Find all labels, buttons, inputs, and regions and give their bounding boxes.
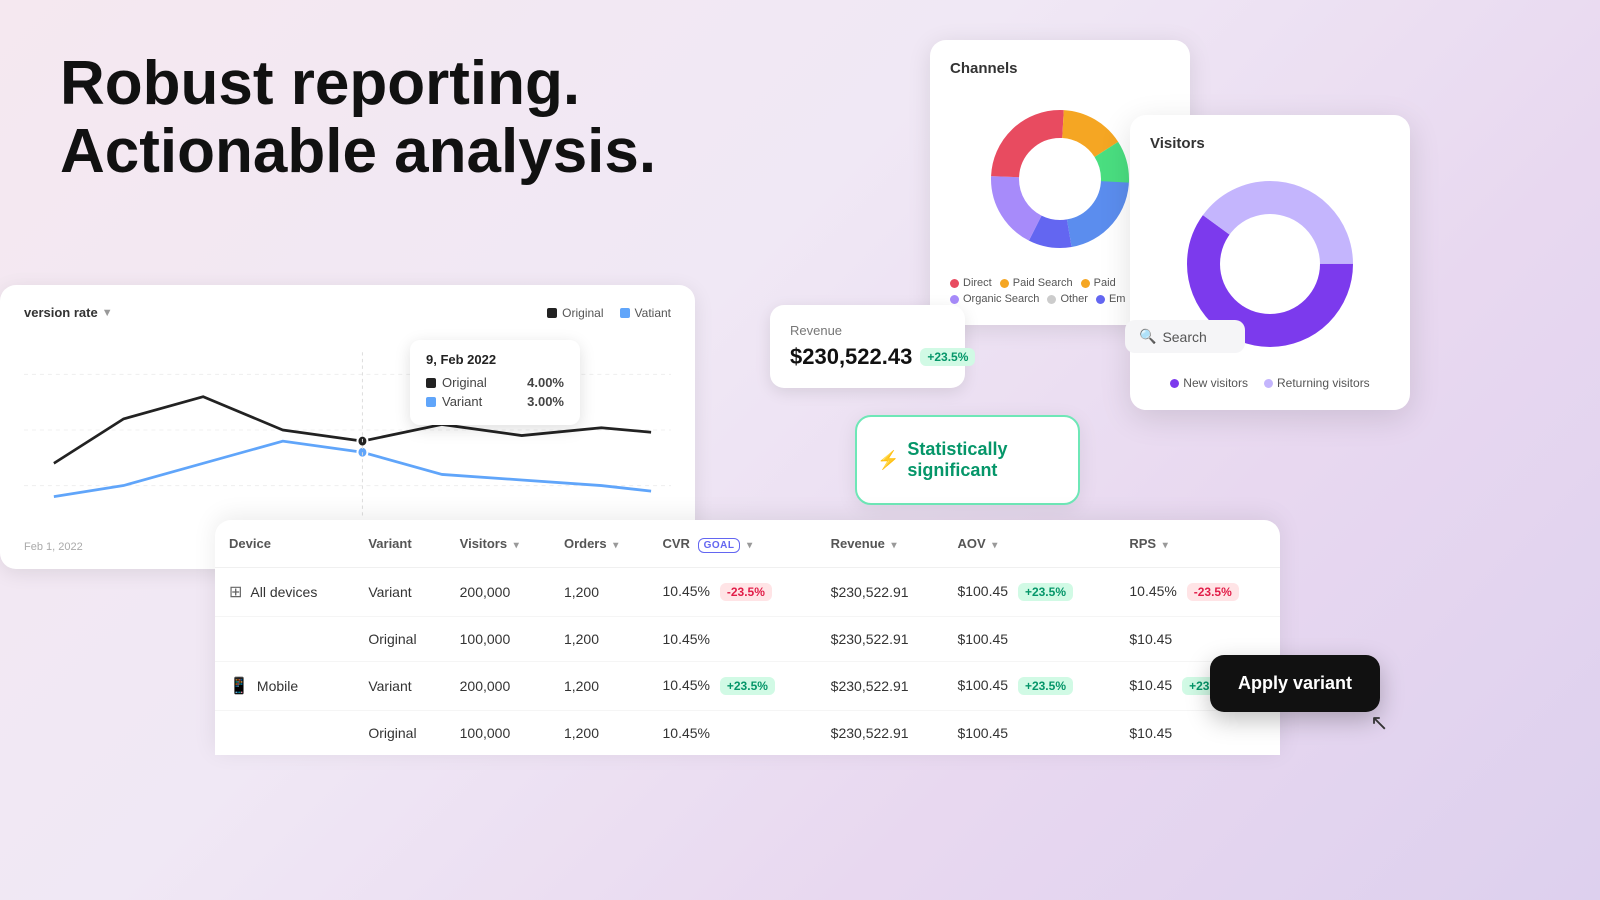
legend-paid-search: Paid Search	[1000, 277, 1073, 289]
cell-variant-original-2: Original	[354, 711, 445, 756]
cell-aov: $100.45 +23.5%	[943, 568, 1115, 617]
apply-variant-button[interactable]: Apply variant	[1210, 655, 1380, 712]
cell-rps: 10.45% -23.5%	[1115, 568, 1280, 617]
cell-variant-original: Original	[354, 617, 445, 662]
visitors-sort-icon: ▾	[514, 540, 519, 551]
cvr-sort-icon: ▾	[747, 540, 752, 551]
table-row: Original 100,000 1,200 10.45% $230,522.9…	[215, 711, 1280, 756]
legend-new-visitors: New visitors	[1170, 376, 1248, 390]
cell-aov: $100.45	[943, 711, 1115, 756]
col-revenue[interactable]: Revenue ▾	[817, 520, 944, 568]
tooltip-variant: Variant 3.00%	[426, 394, 564, 409]
cell-cvr: 10.45% -23.5%	[649, 568, 817, 617]
cvr-badge-green: +23.5%	[720, 677, 775, 695]
cell-device-empty	[215, 617, 354, 662]
aov-badge-green-2: +23.5%	[1018, 677, 1073, 695]
goal-badge: GOAL	[698, 538, 741, 553]
tooltip-original: Original 4.00%	[426, 375, 564, 390]
cell-revenue: $230,522.91	[817, 568, 944, 617]
tooltip-variant-color	[426, 397, 436, 407]
cell-cvr: 10.45%	[649, 711, 817, 756]
table-header-row: Device Variant Visitors ▾ Orders ▾ CVR G…	[215, 520, 1280, 568]
cell-device: ⊞ All devices	[215, 568, 354, 617]
col-aov[interactable]: AOV ▾	[943, 520, 1115, 568]
data-table: Device Variant Visitors ▾ Orders ▾ CVR G…	[215, 520, 1280, 755]
stat-sig-card: ⚡ Statistically significant	[855, 415, 1080, 505]
hero-title: Robust reporting. Actionable analysis.	[60, 50, 656, 186]
cell-aov: $100.45	[943, 617, 1115, 662]
cell-cvr: 10.45% +23.5%	[649, 662, 817, 711]
col-visitors[interactable]: Visitors ▾	[446, 520, 550, 568]
conversion-rate-label[interactable]: version rate ▼	[24, 305, 113, 320]
col-cvr[interactable]: CVR GOAL ▾	[649, 520, 817, 568]
revenue-amount: $230,522.43 +23.5%	[790, 344, 945, 370]
revenue-badge: +23.5%	[920, 348, 975, 366]
cell-revenue: $230,522.91	[817, 617, 944, 662]
col-variant: Variant	[354, 520, 445, 568]
stat-sig-icon: ⚡	[877, 450, 899, 471]
visitors-card: Visitors New visitors Returning visitors	[1130, 115, 1410, 410]
cell-device-empty-2	[215, 711, 354, 756]
tooltip-date: 9, Feb 2022	[426, 352, 564, 367]
col-orders[interactable]: Orders ▾	[550, 520, 649, 568]
col-device: Device	[215, 520, 354, 568]
cell-orders: 1,200	[550, 568, 649, 617]
cell-visitors: 100,000	[446, 711, 550, 756]
table-row: Original 100,000 1,200 10.45% $230,522.9…	[215, 617, 1280, 662]
cell-revenue: $230,522.91	[817, 711, 944, 756]
revenue-label: Revenue	[790, 323, 945, 338]
legend-paid: Paid	[1081, 277, 1116, 289]
cell-visitors: 200,000	[446, 662, 550, 711]
cursor-indicator: ↖	[1370, 710, 1388, 736]
device-icon-all: ⊞	[229, 582, 242, 602]
legend-other: Other	[1047, 293, 1088, 305]
cell-revenue: $230,522.91	[817, 662, 944, 711]
device-icon-mobile: 📱	[229, 676, 249, 696]
hero-section: Robust reporting. Actionable analysis.	[60, 50, 656, 186]
legend-direct: Direct	[950, 277, 992, 289]
aov-sort-icon: ▾	[992, 540, 997, 551]
cell-variant: Variant	[354, 568, 445, 617]
legend-em: Em	[1096, 293, 1126, 305]
search-icon: 🔍	[1139, 328, 1156, 345]
cvr-badge-red: -23.5%	[720, 583, 772, 601]
revenue-sort-icon: ▾	[891, 540, 896, 551]
legend-variant: Vatiant	[620, 306, 671, 320]
cell-orders: 1,200	[550, 617, 649, 662]
cell-aov: $100.45 +23.5%	[943, 662, 1115, 711]
legend-returning-visitors: Returning visitors	[1264, 376, 1370, 390]
cell-rps: $10.45	[1115, 711, 1280, 756]
table-row: 📱 Mobile Variant 200,000 1,200 10.45% +2…	[215, 662, 1280, 711]
orders-sort-icon: ▾	[613, 540, 618, 551]
cell-orders: 1,200	[550, 662, 649, 711]
cell-orders: 1,200	[550, 711, 649, 756]
stat-sig-text: Statistically significant	[907, 439, 1058, 481]
chart-legend: Original Vatiant	[547, 306, 671, 320]
legend-organic: Organic Search	[950, 293, 1039, 305]
col-rps[interactable]: RPS ▾	[1115, 520, 1280, 568]
cell-cvr: 10.45%	[649, 617, 817, 662]
legend-original: Original	[547, 306, 603, 320]
chart-tooltip: 9, Feb 2022 Original 4.00% Variant 3.00%	[410, 340, 580, 425]
table-row: ⊞ All devices Variant 200,000 1,200 10.4…	[215, 568, 1280, 617]
cell-visitors: 200,000	[446, 568, 550, 617]
revenue-card: Revenue $230,522.43 +23.5%	[770, 305, 965, 388]
visitors-legend: New visitors Returning visitors	[1150, 376, 1390, 390]
data-table-wrapper: Device Variant Visitors ▾ Orders ▾ CVR G…	[215, 520, 1280, 755]
visitors-title: Visitors	[1150, 135, 1390, 152]
search-bar[interactable]: 🔍 Search	[1125, 320, 1245, 353]
channels-title: Channels	[950, 60, 1170, 77]
search-label: Search	[1162, 329, 1206, 345]
rps-sort-icon: ▾	[1163, 540, 1168, 551]
chart-header: version rate ▼ Original Vatiant	[24, 305, 671, 320]
cell-device-mobile: 📱 Mobile	[215, 662, 354, 711]
cell-visitors: 100,000	[446, 617, 550, 662]
rps-badge-red: -23.5%	[1187, 583, 1239, 601]
aov-badge-green: +23.5%	[1018, 583, 1073, 601]
tooltip-original-color	[426, 378, 436, 388]
cell-variant: Variant	[354, 662, 445, 711]
